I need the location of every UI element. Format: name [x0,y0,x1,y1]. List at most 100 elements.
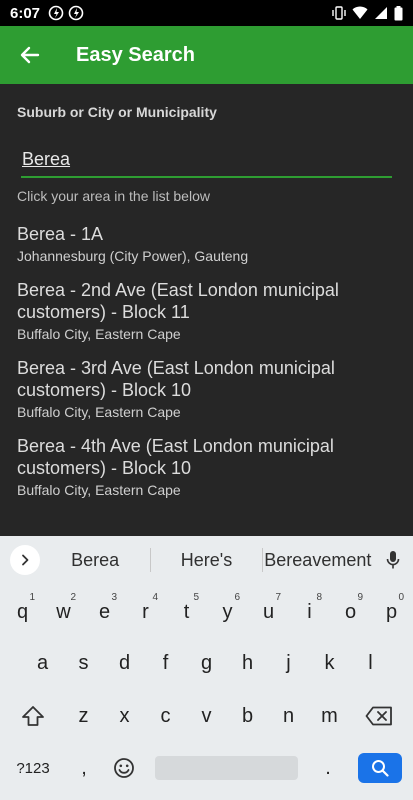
emoji-icon [114,758,134,778]
status-notification-icons [48,5,84,21]
search-icon [372,760,389,777]
key-label: y [222,600,233,623]
key-label: w [56,600,71,623]
key-hint: 0 [398,592,404,603]
list-item-subtitle: Buffalo City, Eastern Cape [17,326,181,342]
key-hint: 5 [193,592,199,603]
search-field-label: Suburb or City or Municipality [17,104,217,120]
key-y[interactable]: y6 [207,592,248,632]
key-g[interactable]: g [186,643,227,683]
keyboard-search-key[interactable] [358,753,402,783]
key-label: e [98,600,111,623]
key-row-3: z x c v b n m [0,696,413,736]
list-item-title: Berea - 1A [17,224,104,244]
key-v[interactable]: v [186,696,227,736]
suggestion-3[interactable]: Bereavement [263,550,373,571]
key-label: o [344,600,357,623]
key-a[interactable]: a [22,643,63,683]
list-item-subtitle: Buffalo City, Eastern Cape [17,404,181,420]
list-item[interactable]: Berea - 2nd Ave (East London municipal c… [0,275,413,349]
emoji-key[interactable] [104,748,144,788]
key-i[interactable]: i8 [289,592,330,632]
result-list: Berea - 1A Johannesburg (City Power), Ga… [0,219,413,505]
microphone-icon [386,551,400,569]
back-button[interactable] [1,26,59,84]
backspace-key[interactable] [356,696,402,736]
signal-icon [375,7,387,19]
status-time: 6:07 [10,4,41,22]
shift-key[interactable] [10,696,56,736]
no-data-saver-icon-2 [68,5,84,21]
list-item-title: Berea - 2nd Ave (East London municipal c… [17,280,339,322]
key-h[interactable]: h [227,643,268,683]
key-j[interactable]: j [268,643,309,683]
comma-key[interactable]: , [64,748,104,788]
list-item-title: Berea - 3rd Ave (East London municipal c… [17,358,335,400]
list-item[interactable]: Berea - 3rd Ave (East London municipal c… [0,353,413,427]
key-o[interactable]: o9 [330,592,371,632]
key-t[interactable]: t5 [166,592,207,632]
app-bar: Easy Search [0,26,413,84]
key-label: t [183,600,190,623]
list-item-title: Berea - 4th Ave (East London municipal c… [17,436,334,478]
key-b[interactable]: b [227,696,268,736]
search-hint: Click your area in the list below [17,188,210,204]
key-x[interactable]: x [104,696,145,736]
suggestion-1[interactable]: Berea [40,550,150,571]
key-hint: 3 [111,592,117,603]
key-hint: 1 [29,592,35,603]
key-hint: 9 [357,592,363,603]
key-w[interactable]: w2 [43,592,84,632]
key-row-1: q1 w2 e3 r4 t5 y6 u7 i8 o9 p0 [0,592,413,632]
list-item[interactable]: Berea - 1A Johannesburg (City Power), Ga… [0,219,413,271]
key-hint: 7 [275,592,281,603]
key-r[interactable]: r4 [125,592,166,632]
key-k[interactable]: k [309,643,350,683]
voice-input-button[interactable] [373,550,413,570]
key-s[interactable]: s [63,643,104,683]
vibrate-icon [332,6,346,20]
content-area: Suburb or City or Municipality Click you… [0,84,413,536]
backspace-icon [365,706,392,726]
chevron-right-icon [22,554,29,566]
key-f[interactable]: f [145,643,186,683]
battery-icon [394,5,403,20]
key-hint: 4 [152,592,158,603]
list-item-subtitle: Johannesburg (City Power), Gauteng [17,248,249,264]
key-l[interactable]: l [350,643,391,683]
symbols-key[interactable]: ?123 [6,748,60,788]
shift-icon [22,706,44,726]
key-e[interactable]: e3 [84,592,125,632]
screen: 6:07 Easy Search Suburb or City or Munic… [0,0,413,800]
period-key[interactable]: . [308,748,348,788]
key-label: u [262,600,275,623]
expand-suggestions-button[interactable] [10,545,40,575]
key-row-2: a s d f g h j k l [0,643,413,683]
key-n[interactable]: n [268,696,309,736]
key-d[interactable]: d [104,643,145,683]
suggestion-strip: Berea Here's Bereavement [0,536,413,584]
status-system-icons [332,5,403,21]
key-q[interactable]: q1 [2,592,43,632]
key-hint: 8 [316,592,322,603]
keyboard: Berea Here's Bereavement q1 w2 e3 r4 t5 … [0,536,413,800]
key-m[interactable]: m [309,696,350,736]
key-label: p [385,600,398,623]
list-item[interactable]: Berea - 4th Ave (East London municipal c… [0,431,413,505]
app-title: Easy Search [76,43,195,66]
key-hint: 2 [70,592,76,603]
key-c[interactable]: c [145,696,186,736]
search-input[interactable] [21,142,392,178]
suggestion-2[interactable]: Here's [151,550,261,571]
key-label: r [142,600,149,623]
no-data-saver-icon [48,5,64,21]
key-p[interactable]: p0 [371,592,412,632]
space-key[interactable] [155,756,298,780]
key-label: q [16,600,29,623]
list-item-subtitle: Buffalo City, Eastern Cape [17,482,181,498]
key-z[interactable]: z [63,696,104,736]
key-u[interactable]: u7 [248,592,289,632]
arrow-back-icon [20,46,40,64]
key-label: i [307,600,312,623]
key-hint: 6 [234,592,240,603]
